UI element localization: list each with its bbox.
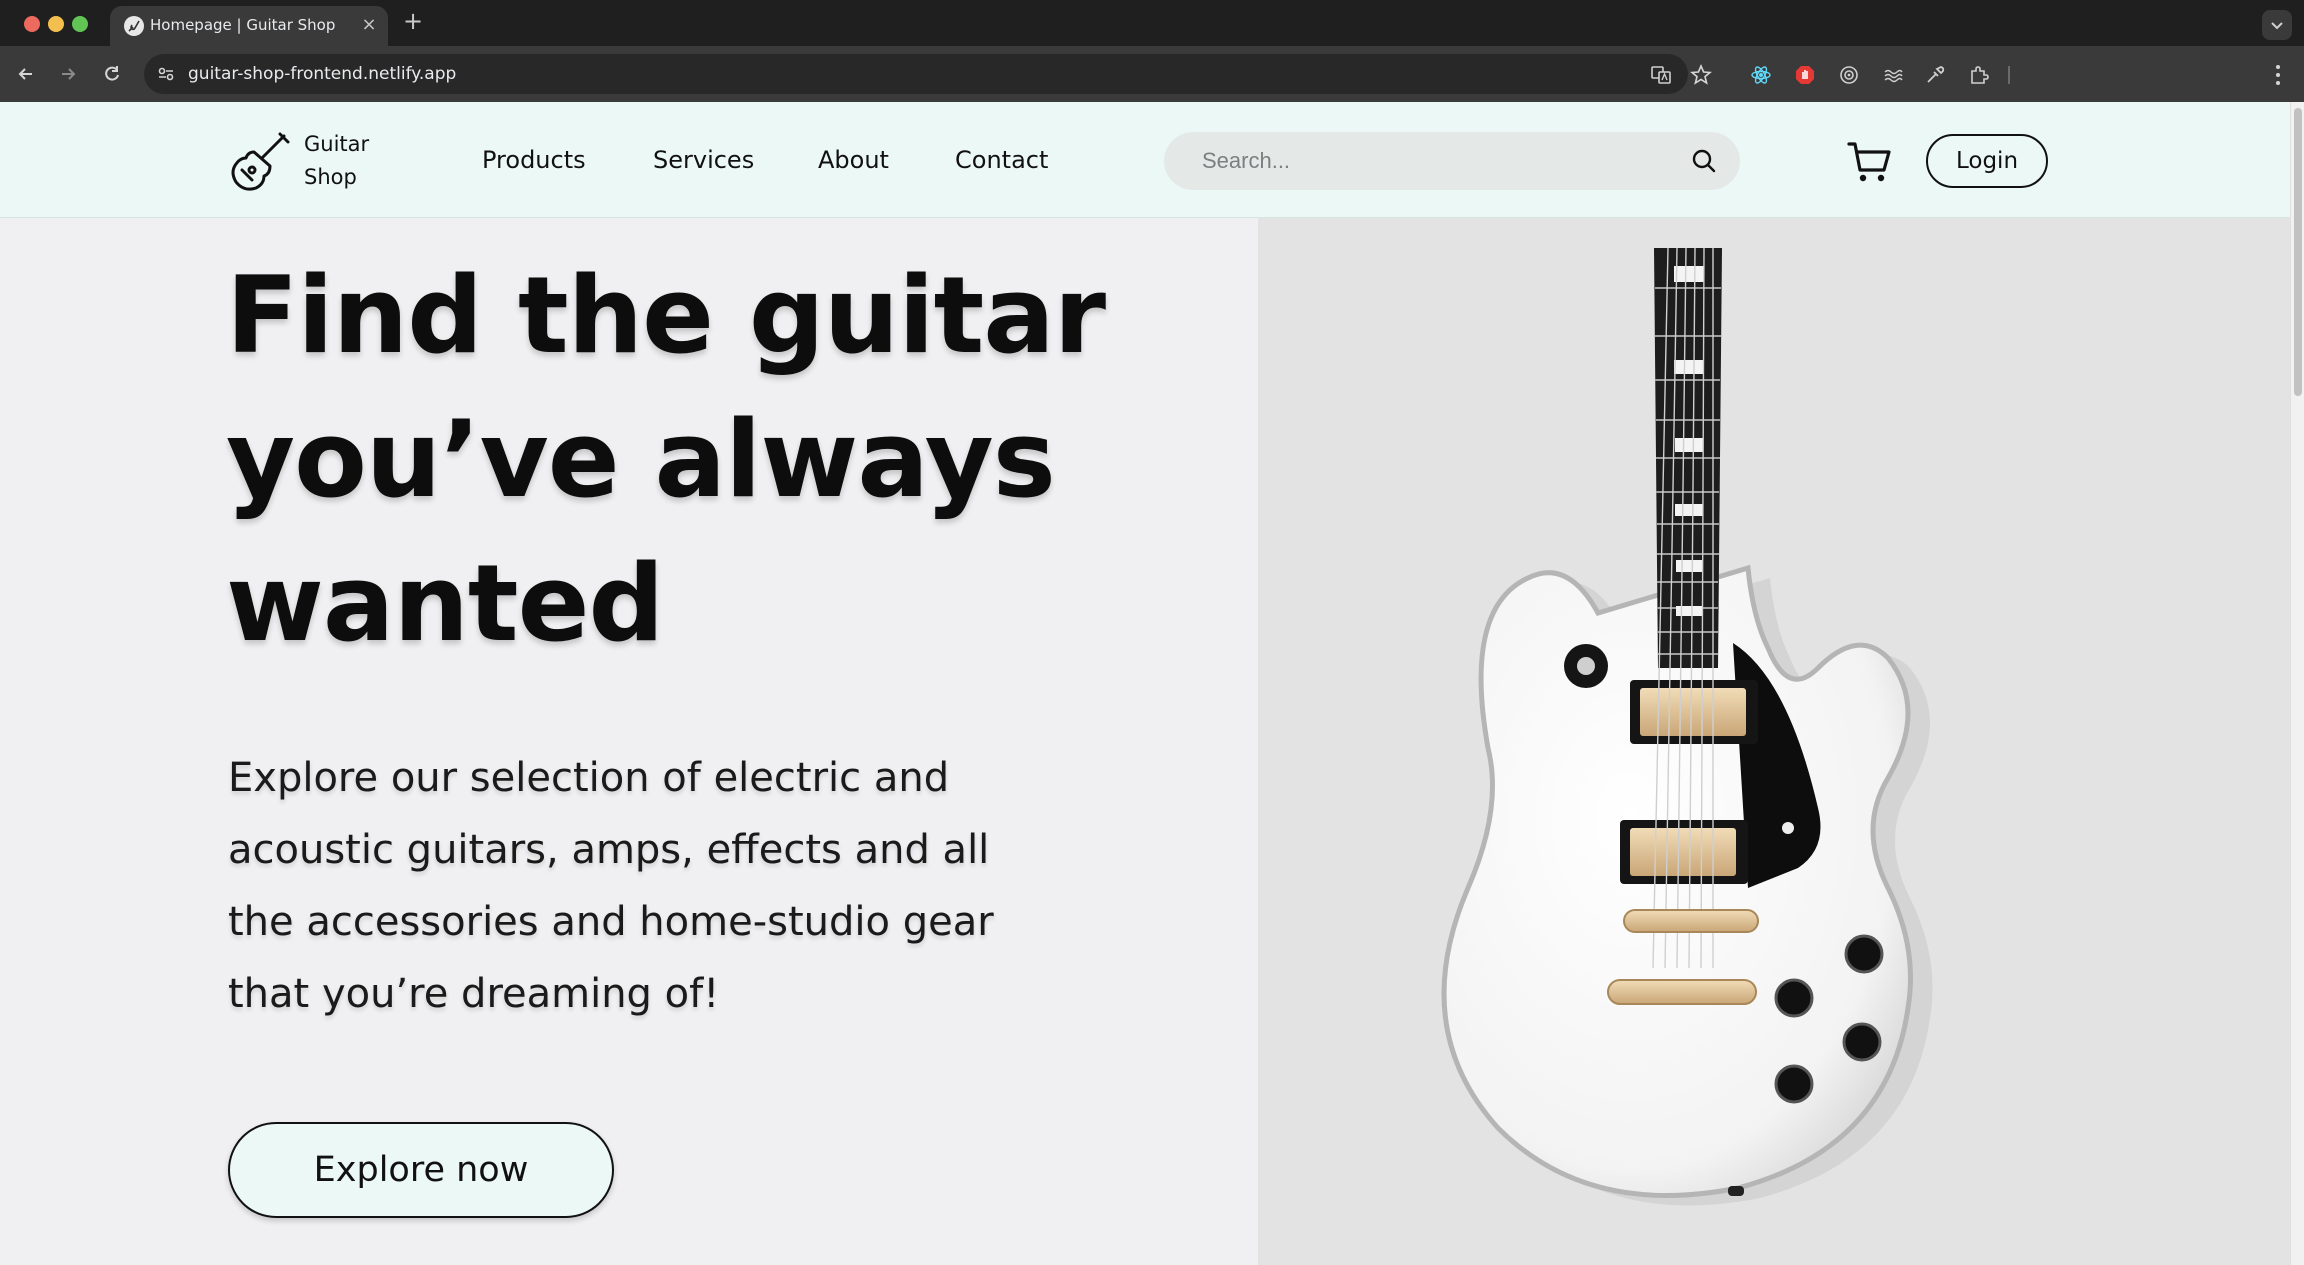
eyedropper-extension-icon[interactable]	[1924, 64, 1946, 86]
search-input[interactable]	[1202, 144, 1662, 178]
nav-link-about[interactable]: About	[818, 146, 889, 174]
nav-link-contact[interactable]: Contact	[955, 146, 1048, 174]
hero-image-panel	[1258, 218, 2290, 1265]
hero-title-line1: Find the guitar	[226, 254, 1106, 377]
nav-link-services[interactable]: Services	[653, 146, 754, 174]
site-header: Guitar Shop Products Services About Cont…	[0, 102, 2290, 218]
chevron-down-icon	[2271, 22, 2283, 30]
browser-toolbar: guitar-shop-frontend.netlify.app	[0, 46, 2304, 102]
window-close-button[interactable]	[24, 16, 40, 32]
window-minimize-button[interactable]	[48, 16, 64, 32]
tab-title: Homepage | Guitar Shop	[150, 16, 336, 34]
hero-description-line4: that you’re dreaming of!	[228, 971, 720, 1017]
bookmark-star-icon[interactable]	[1690, 64, 1712, 86]
url-text: guitar-shop-frontend.netlify.app	[188, 64, 457, 84]
waves-extension-icon[interactable]	[1882, 64, 1904, 86]
tab-search-button[interactable]	[2262, 10, 2292, 40]
hero-title: Find the guitar you’ve always wanted	[226, 244, 1126, 676]
hero-description-line3: the accessories and home-studio gear	[228, 899, 994, 945]
browser-tab-bar: Homepage | Guitar Shop × +	[0, 0, 2304, 46]
translate-icon[interactable]	[1650, 64, 1672, 86]
arrow-right-icon	[62, 68, 76, 80]
scrollbar-thumb[interactable]	[2294, 108, 2302, 396]
site-info-icon[interactable]	[156, 64, 176, 84]
nav-link-products[interactable]: Products	[482, 146, 586, 174]
white-electric-guitar-image	[1441, 248, 1933, 1206]
toolbar-divider	[2008, 66, 2010, 84]
hero-description: Explore our selection of electric and ac…	[228, 742, 1048, 1030]
extensions-puzzle-icon[interactable]	[1968, 64, 1990, 86]
adblock-extension-icon[interactable]	[1794, 64, 1816, 86]
tab-close-icon[interactable]: ×	[358, 14, 380, 36]
search-bar	[1164, 132, 1740, 190]
react-devtools-extension-icon[interactable]	[1750, 64, 1772, 86]
guitar-favicon-icon	[124, 16, 144, 36]
new-tab-button[interactable]: +	[402, 8, 424, 34]
hero-description-line1: Explore our selection of electric and	[228, 755, 950, 801]
brand-name-line2: Shop	[304, 165, 357, 189]
window-maximize-button[interactable]	[72, 16, 88, 32]
reload-icon	[105, 66, 119, 81]
arrow-left-icon	[18, 68, 32, 80]
page-scrollbar[interactable]	[2290, 102, 2304, 1265]
search-icon[interactable]	[1690, 147, 1718, 175]
hero-title-line3: wanted	[226, 542, 664, 665]
hero-section: Find the guitar you’ve always wanted Exp…	[0, 218, 1258, 1265]
back-button[interactable]	[12, 60, 40, 88]
explore-now-button[interactable]: Explore now	[228, 1122, 614, 1218]
shopping-cart-icon[interactable]	[1846, 138, 1894, 186]
brand-name[interactable]: Guitar Shop	[304, 128, 369, 194]
address-bar[interactable]: guitar-shop-frontend.netlify.app	[144, 54, 1712, 94]
hero-description-line2: acoustic guitars, amps, effects and all	[228, 827, 990, 873]
guitar-logo-icon[interactable]	[226, 130, 292, 196]
hero-title-line2: you’ve always	[226, 398, 1056, 521]
page-viewport: Guitar Shop Products Services About Cont…	[0, 102, 2290, 1265]
target-extension-icon[interactable]	[1838, 64, 1860, 86]
browser-tab-active[interactable]: Homepage | Guitar Shop ×	[110, 6, 388, 46]
login-button[interactable]: Login	[1926, 134, 2048, 188]
forward-button[interactable]	[54, 60, 82, 88]
reload-button[interactable]	[98, 60, 126, 88]
brand-name-line1: Guitar	[304, 132, 370, 156]
more-vert-icon[interactable]	[2266, 62, 2290, 88]
